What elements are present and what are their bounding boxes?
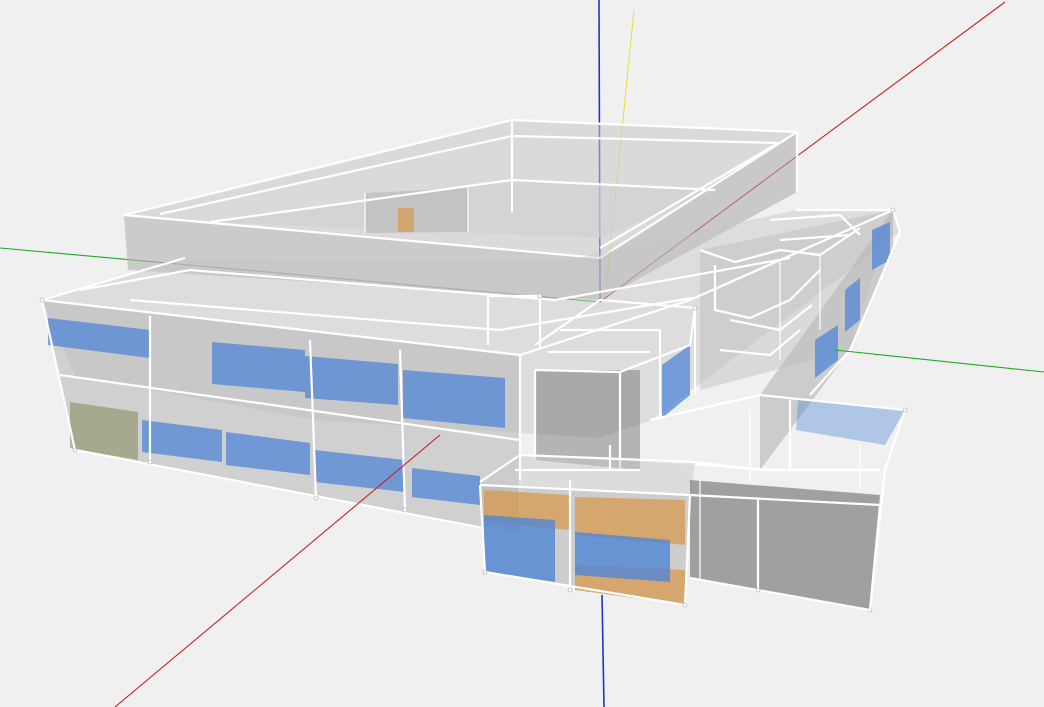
- vertex-node: [402, 507, 408, 513]
- central-core: [535, 370, 640, 470]
- axis-y-line-right: [834, 349, 1044, 373]
- vertex-node: [902, 407, 908, 413]
- model-edge: [694, 460, 880, 472]
- annex-window-1: [484, 515, 555, 582]
- 3d-viewport[interactable]: [0, 0, 1044, 707]
- vertex-node: [890, 207, 896, 213]
- vertex-node: [482, 569, 488, 575]
- axis-z-line-lower: [601, 594, 605, 707]
- scene-canvas[interactable]: [0, 0, 1044, 707]
- vertex-node: [692, 305, 698, 311]
- window-front-upper-3: [305, 356, 398, 405]
- courtyard-wall: [365, 188, 468, 233]
- vertex-node: [147, 459, 153, 465]
- vertex-node: [567, 587, 573, 593]
- vertex-node: [39, 297, 45, 303]
- courtyard-door: [398, 208, 414, 232]
- vertex-node: [682, 602, 688, 608]
- vertex-node: [755, 587, 761, 593]
- vertex-node: [72, 447, 78, 453]
- annex-window-2: [575, 532, 670, 582]
- front-annex: [478, 445, 882, 612]
- window-front-upper-4: [403, 370, 505, 428]
- vertex-node: [537, 293, 543, 299]
- vertex-node: [313, 495, 319, 501]
- window-front-upper-2: [212, 342, 305, 392]
- window-east-4: [796, 400, 905, 445]
